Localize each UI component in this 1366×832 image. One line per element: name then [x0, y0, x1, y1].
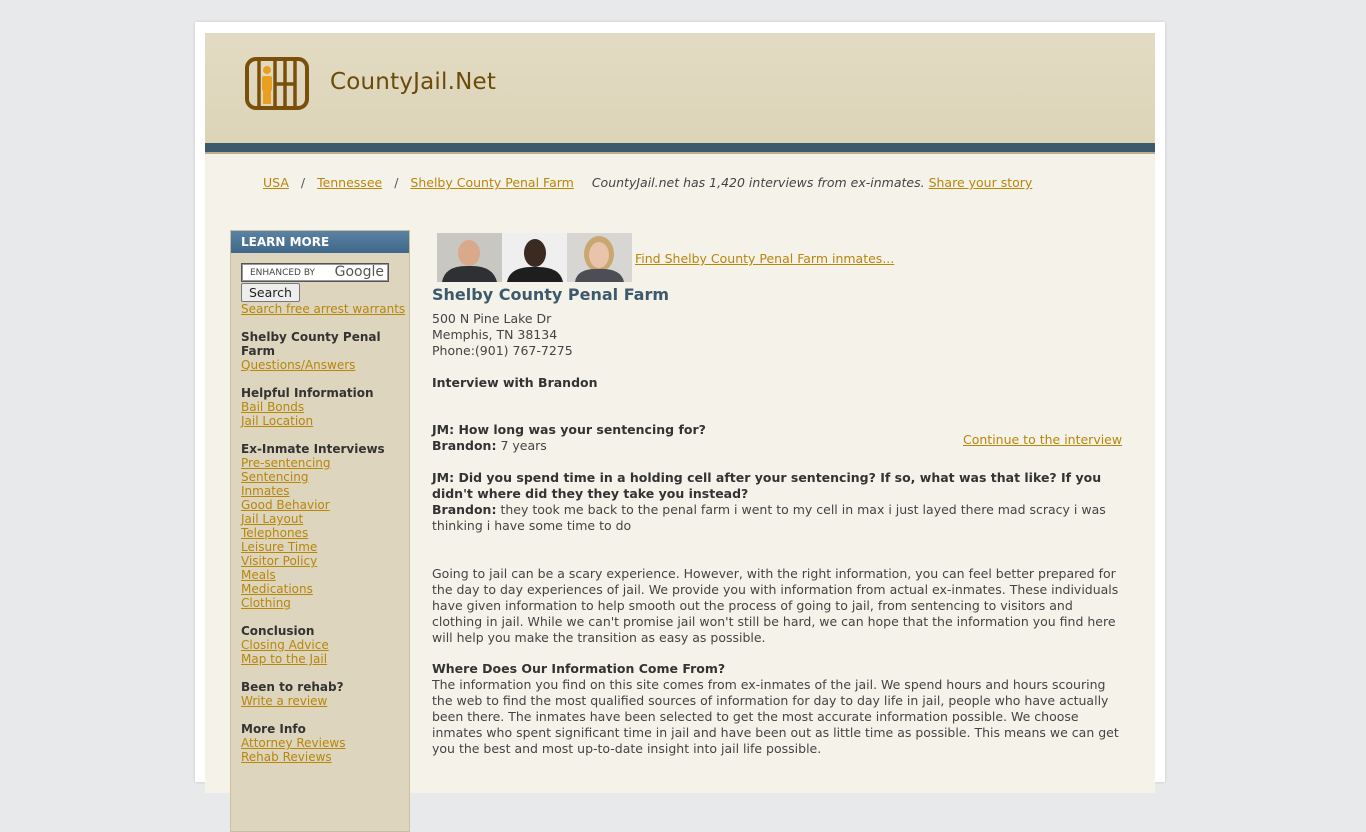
google-search: ENHANCED BY Google Search Search free ar… — [241, 263, 409, 316]
share-story-link[interactable]: Share your story — [929, 175, 1033, 190]
interview-answer: they took me back to the penal farm i we… — [432, 502, 1106, 533]
sidebar-link-good-behavior[interactable]: Good Behavior — [241, 498, 399, 512]
sidebar-link-visitor-policy[interactable]: Visitor Policy — [241, 554, 399, 568]
interview-qa-2: JM: Did you spend time in a holding cell… — [432, 470, 1122, 534]
interview-speaker: Brandon: — [432, 502, 497, 517]
sidebar-link-clothing[interactable]: Clothing — [241, 596, 399, 610]
sidebar-link-jail-layout[interactable]: Jail Layout — [241, 512, 399, 526]
page-inner: CountyJail.Net USA / Tennessee / Shelby … — [205, 33, 1155, 832]
intro-paragraph: Going to jail can be a scary experience.… — [432, 566, 1119, 645]
search-input[interactable]: ENHANCED BY Google — [241, 263, 389, 282]
interview-answer: 7 years — [496, 438, 547, 453]
sidebar-link-attorney-reviews[interactable]: Attorney Reviews — [241, 736, 399, 750]
continue-interview-link[interactable]: Continue to the interview — [963, 432, 1122, 447]
breadcrumb: USA / Tennessee / Shelby County Penal Fa… — [263, 175, 1032, 190]
breadcrumb-separator: / — [394, 175, 399, 190]
site-header: CountyJail.Net — [205, 33, 1155, 143]
address-city: Memphis, TN 38134 — [432, 327, 558, 342]
facility-phone: Phone:(901) 767-7275 — [432, 343, 573, 358]
facility-address: 500 N Pine Lake Dr Memphis, TN 38134 Pho… — [432, 311, 573, 359]
warrants-link[interactable]: Search free arrest warrants — [241, 302, 409, 316]
sidebar-link-bail-bonds[interactable]: Bail Bonds — [241, 400, 399, 414]
address-street: 500 N Pine Lake Dr — [432, 311, 552, 326]
sidebar-section-conclusion: Conclusion Closing Advice Map to the Jai… — [241, 624, 399, 666]
sidebar-link-write-review[interactable]: Write a review — [241, 694, 399, 708]
interview-count-note: CountyJail.net has 1,420 interviews from… — [592, 175, 1032, 190]
sidebar-link-questions-answers[interactable]: Questions/Answers — [241, 358, 399, 372]
header-divider — [205, 143, 1155, 152]
sidebar-section-title: Ex-Inmate Interviews — [241, 442, 385, 456]
breadcrumb-separator: / — [300, 175, 306, 190]
header-divider-accent — [205, 152, 1155, 154]
info-paragraph: The information you find on this site co… — [432, 677, 1119, 756]
sidebar-section-title: Shelby County Penal Farm — [241, 330, 381, 358]
google-logo: Google — [334, 264, 384, 280]
sidebar-section-interviews: Ex-Inmate Interviews Pre-sentencing Sent… — [241, 442, 399, 610]
mugshot-photo[interactable] — [502, 233, 567, 282]
facility-title: Shelby County Penal Farm — [432, 285, 670, 304]
sidebar-section-title: Been to rehab? — [241, 680, 344, 694]
sidebar-section-title: Conclusion — [241, 624, 315, 638]
sidebar-link-meals[interactable]: Meals — [241, 568, 399, 582]
sidebar-link-map-to-jail[interactable]: Map to the Jail — [241, 652, 399, 666]
breadcrumb-usa[interactable]: USA — [263, 175, 289, 190]
breadcrumb-facility[interactable]: Shelby County Penal Farm — [410, 175, 573, 190]
interview-question: JM: How long was your sentencing for? — [432, 422, 706, 437]
site-name[interactable]: CountyJail.Net — [330, 69, 496, 95]
mugshot-photo[interactable] — [437, 233, 502, 282]
sidebar: LEARN MORE ENHANCED BY Google Search Sea… — [230, 230, 410, 832]
search-button[interactable]: Search — [241, 283, 300, 302]
sidebar-section-title: More Info — [241, 722, 306, 736]
sidebar-link-jail-location[interactable]: Jail Location — [241, 414, 399, 428]
search-placeholder: ENHANCED BY — [250, 268, 316, 278]
sidebar-link-closing-advice[interactable]: Closing Advice — [241, 638, 399, 652]
interview-speaker: Brandon: — [432, 438, 497, 453]
inmate-mugshots[interactable] — [437, 233, 633, 282]
interview-title: Interview with Brandon — [432, 375, 598, 390]
sidebar-section-more-info: More Info Attorney Reviews Rehab Reviews — [241, 722, 399, 764]
sidebar-link-pre-sentencing[interactable]: Pre-sentencing — [241, 456, 399, 470]
page-frame: CountyJail.Net USA / Tennessee / Shelby … — [195, 22, 1165, 832]
sidebar-link-inmates[interactable]: Inmates — [241, 484, 399, 498]
sidebar-section-rehab: Been to rehab? Write a review — [241, 680, 399, 708]
sidebar-header: LEARN MORE — [231, 231, 409, 253]
sidebar-section-helpful: Helpful Information Bail Bonds Jail Loca… — [241, 386, 399, 428]
breadcrumb-tennessee[interactable]: Tennessee — [317, 175, 382, 190]
sidebar-link-rehab-reviews[interactable]: Rehab Reviews — [241, 750, 399, 764]
info-section: Where Does Our Information Come From? Th… — [432, 661, 1124, 757]
find-inmates-link[interactable]: Find Shelby County Penal Farm inmates... — [635, 251, 894, 266]
sidebar-link-medications[interactable]: Medications — [241, 582, 399, 596]
sidebar-link-leisure-time[interactable]: Leisure Time — [241, 540, 399, 554]
interview-count-text: CountyJail.net has 1,420 interviews from… — [591, 175, 925, 190]
sidebar-link-sentencing[interactable]: Sentencing — [241, 470, 399, 484]
info-title: Where Does Our Information Come From? — [432, 661, 726, 676]
sidebar-section-title: Helpful Information — [241, 386, 374, 400]
sidebar-link-telephones[interactable]: Telephones — [241, 526, 399, 540]
sidebar-section-facility: Shelby County Penal Farm Questions/Answe… — [241, 330, 399, 372]
interview-question: JM: Did you spend time in a holding cell… — [432, 470, 1102, 501]
jail-logo-icon[interactable] — [245, 57, 309, 110]
mugshot-photo[interactable] — [567, 233, 632, 282]
